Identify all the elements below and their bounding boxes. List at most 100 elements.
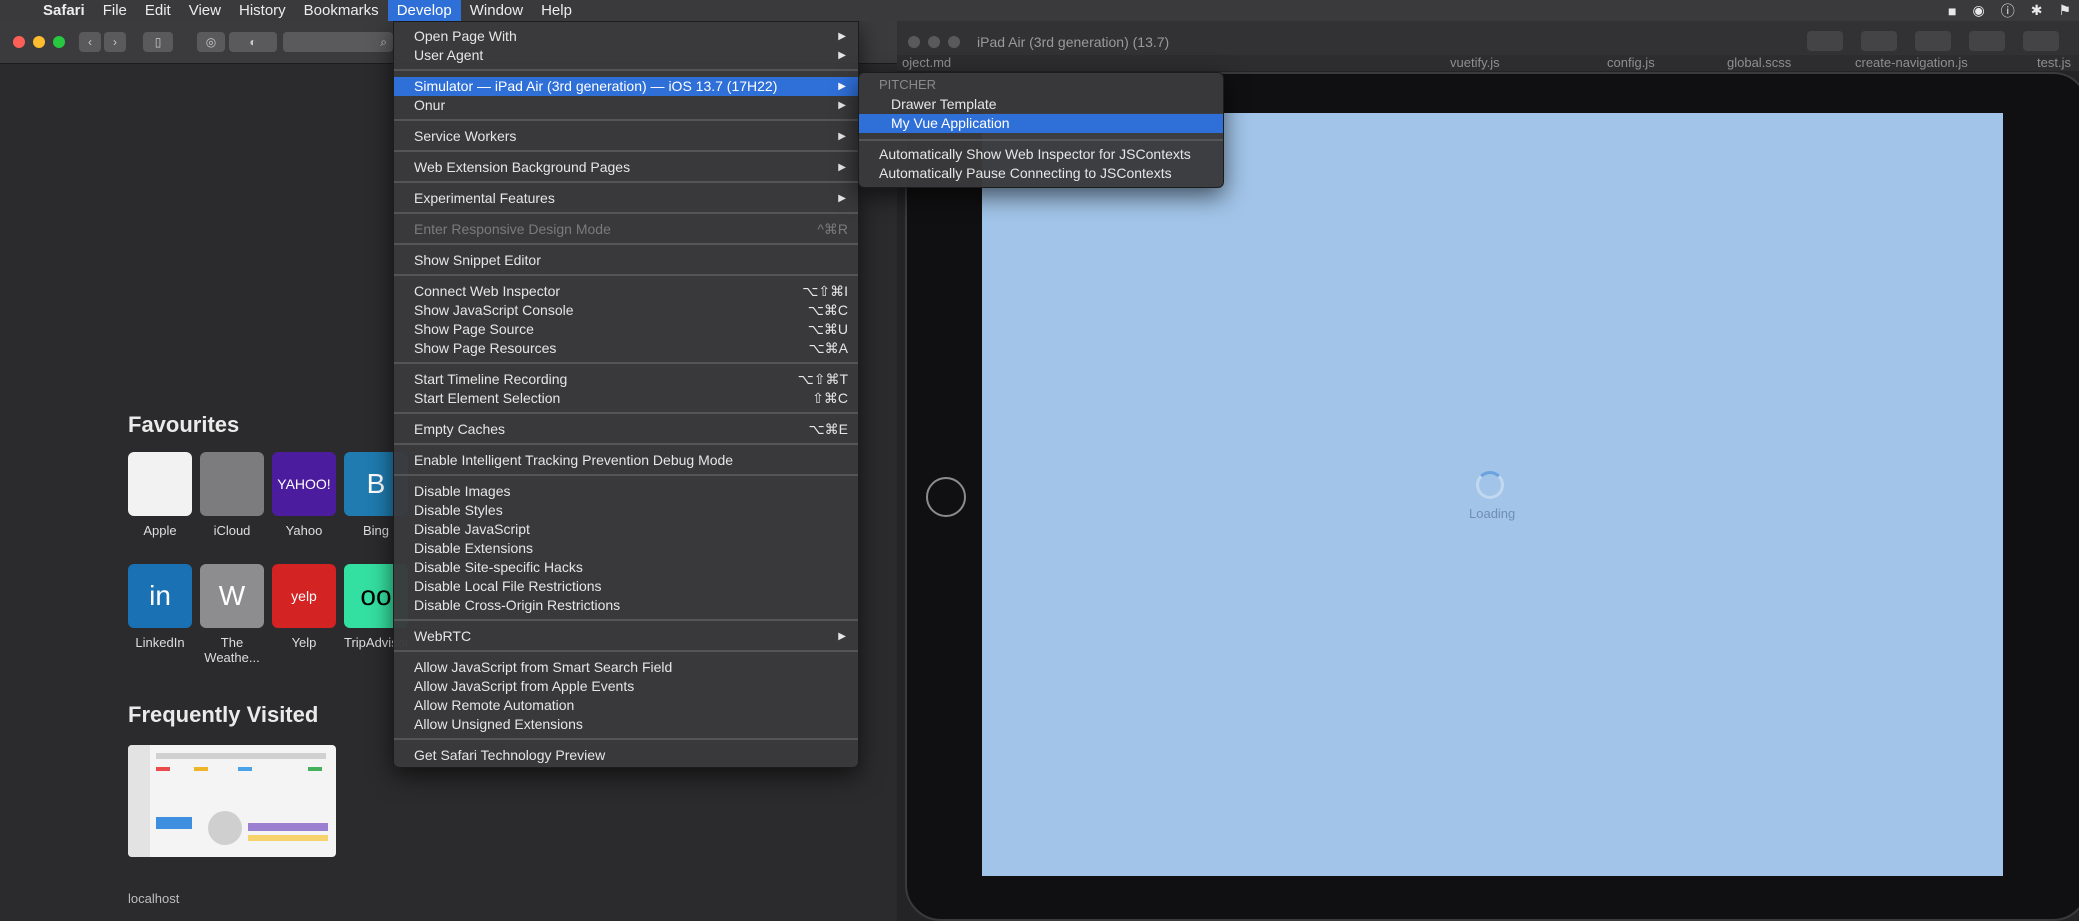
shortcut-label: ⌥⌘A <box>808 340 848 356</box>
develop-menu-item[interactable]: Start Timeline Recording ⌥⇧⌘T <box>394 370 858 389</box>
editor-tab[interactable]: oject.md <box>902 55 951 70</box>
close-window-icon[interactable] <box>13 36 25 48</box>
screenshot-icon[interactable] <box>1861 31 1897 51</box>
menu-safari[interactable]: Safari <box>34 0 94 21</box>
favourite-yahoo[interactable]: YAHOO! Yahoo <box>272 452 336 538</box>
develop-menu-item[interactable]: Onur ▶ <box>394 96 858 115</box>
develop-menu-item[interactable]: Allow Unsigned Extensions <box>394 715 858 734</box>
brightness-icon[interactable] <box>1807 31 1843 51</box>
favourite-weather[interactable]: W The Weathe... <box>200 564 264 665</box>
develop-menu-item[interactable]: User Agent ▶ <box>394 46 858 65</box>
develop-menu-item[interactable]: Enable Intelligent Tracking Prevention D… <box>394 451 858 470</box>
privacy-icon[interactable]: ◐ <box>229 32 277 52</box>
develop-menu-item[interactable]: Disable Extensions <box>394 539 858 558</box>
forward-button[interactable]: › <box>104 32 126 52</box>
develop-menu-item[interactable]: Connect Web Inspector ⌥⇧⌘I <box>394 282 858 301</box>
develop-menu-item[interactable]: Disable JavaScript <box>394 520 858 539</box>
menu-bookmarks[interactable]: Bookmarks <box>295 0 388 21</box>
loading-spinner-icon <box>1476 471 1504 499</box>
favourite-icloud[interactable]: iCloud <box>200 452 264 538</box>
editor-tab[interactable]: test.js <box>2037 55 2071 70</box>
frequently-visited-thumbnail[interactable] <box>128 745 336 857</box>
circle-status-icon[interactable]: ◉ <box>1972 2 1984 19</box>
menu-file[interactable]: File <box>94 0 136 21</box>
develop-menu-item: Enter Responsive Design Mode ^⌘R <box>414 221 848 237</box>
develop-menu-item[interactable]: Show JavaScript Console ⌥⌘C <box>394 301 858 320</box>
sidebar-toggle-icon[interactable]: ▯ <box>143 32 173 52</box>
apple-logo-icon <box>128 452 192 516</box>
simulator-zoom-icon[interactable] <box>948 36 960 48</box>
develop-menu-item[interactable]: Disable Site-specific Hacks <box>394 558 858 577</box>
develop-menu-item[interactable]: Show Snippet Editor <box>394 251 858 270</box>
submenu-header: PITCHER <box>879 77 937 92</box>
editor-tab[interactable]: global.scss <box>1727 55 1791 70</box>
submenu-option[interactable]: Automatically Show Web Inspector for JSC… <box>859 145 1223 164</box>
favourite-yelp[interactable]: yelp Yelp <box>272 564 336 650</box>
develop-menu-item[interactable]: WebRTC ▶ <box>394 627 858 646</box>
menu-separator <box>394 362 858 364</box>
favourite-apple[interactable]: Apple <box>128 452 192 538</box>
develop-menu-item[interactable]: Web Extension Background Pages ▶ <box>394 158 858 177</box>
menu-separator <box>394 69 858 71</box>
submenu-arrow-icon: ▶ <box>838 31 846 42</box>
status-area: ■ ◉ ⓘ ✱ ⚑ <box>1948 0 2071 21</box>
develop-menu-item[interactable]: Disable Local File Restrictions <box>394 577 858 596</box>
menu-window[interactable]: Window <box>461 0 532 21</box>
editor-tab[interactable]: config.js <box>1607 55 1655 70</box>
favourite-linkedin[interactable]: in LinkedIn <box>128 564 192 650</box>
flag-status-icon[interactable]: ⚑ <box>2058 2 2071 19</box>
simulator-close-icon[interactable] <box>908 36 920 48</box>
favourite-label: LinkedIn <box>135 635 185 650</box>
develop-menu-item[interactable]: Disable Images <box>394 482 858 501</box>
develop-menu-item[interactable]: Disable Cross-Origin Restrictions <box>394 596 858 615</box>
menu-separator <box>394 412 858 414</box>
develop-menu-item[interactable]: Simulator — iPad Air (3rd generation) — … <box>394 77 858 96</box>
submenu-item[interactable]: Drawer Template <box>859 95 1223 114</box>
simulator-minimize-icon[interactable] <box>928 36 940 48</box>
shortcut-label: ⌥⌘E <box>808 421 848 437</box>
record-status-icon[interactable]: ■ <box>1948 3 1956 19</box>
camera-icon[interactable] <box>1915 31 1951 51</box>
editor-tab-strip: oject.md vuetify.js config.js global.scs… <box>897 55 2079 71</box>
zoom-window-icon[interactable] <box>53 36 65 48</box>
develop-menu-item[interactable]: Disable Styles <box>394 501 858 520</box>
menu-view[interactable]: View <box>180 0 230 21</box>
develop-menu-item[interactable]: Get Safari Technology Preview <box>394 746 858 765</box>
editor-tab[interactable]: create-navigation.js <box>1855 55 1968 70</box>
editor-tab[interactable]: vuetify.js <box>1450 55 1500 70</box>
home-button[interactable] <box>926 477 966 517</box>
menu-separator <box>394 443 858 445</box>
develop-menu-item[interactable]: Show Page Resources ⌥⌘A <box>394 339 858 358</box>
develop-menu-item[interactable]: Experimental Features ▶ <box>394 189 858 208</box>
menu-history[interactable]: History <box>230 0 295 21</box>
info-status-icon[interactable]: ⓘ <box>2001 1 2015 21</box>
develop-menu-item[interactable]: Start Element Selection ⇧⌘C <box>394 389 858 408</box>
submenu-item[interactable]: My Vue Application <box>859 114 1223 133</box>
back-button[interactable]: ‹ <box>79 32 101 52</box>
develop-menu-item[interactable]: Show Page Source ⌥⌘U <box>394 320 858 339</box>
develop-menu-item[interactable]: Allow Remote Automation <box>394 696 858 715</box>
develop-menu-item[interactable]: Open Page With ▶ <box>394 27 858 46</box>
favourites-title: Favourites <box>128 412 240 437</box>
home-icon[interactable] <box>1969 31 2005 51</box>
menu-help[interactable]: Help <box>532 0 581 21</box>
menu-separator <box>394 181 858 183</box>
develop-menu-item[interactable]: Allow JavaScript from Smart Search Field <box>394 658 858 677</box>
menu-develop[interactable]: Develop <box>387 0 461 21</box>
extension-icon[interactable]: ◎ <box>197 32 225 52</box>
favourite-label: Apple <box>143 523 177 538</box>
develop-menu-item[interactable]: Empty Caches ⌥⌘E <box>394 420 858 439</box>
submenu-option[interactable]: Automatically Pause Connecting to JSCont… <box>859 164 1223 183</box>
shortcut-label: ⌥⌘U <box>807 321 848 337</box>
menu-separator <box>394 212 858 214</box>
menu-separator <box>394 243 858 245</box>
minimize-window-icon[interactable] <box>33 36 45 48</box>
submenu-arrow-icon: ▶ <box>838 131 846 142</box>
develop-menu-item[interactable]: Service Workers ▶ <box>394 127 858 146</box>
develop-menu-item[interactable]: Allow JavaScript from Apple Events <box>394 677 858 696</box>
bluetooth-status-icon[interactable]: ✱ <box>2031 2 2043 19</box>
shortcut-label: ⇧⌘C <box>812 390 848 406</box>
search-field[interactable]: ⌕ <box>283 32 393 52</box>
rotate-icon[interactable] <box>2023 31 2059 51</box>
menu-edit[interactable]: Edit <box>136 0 180 21</box>
